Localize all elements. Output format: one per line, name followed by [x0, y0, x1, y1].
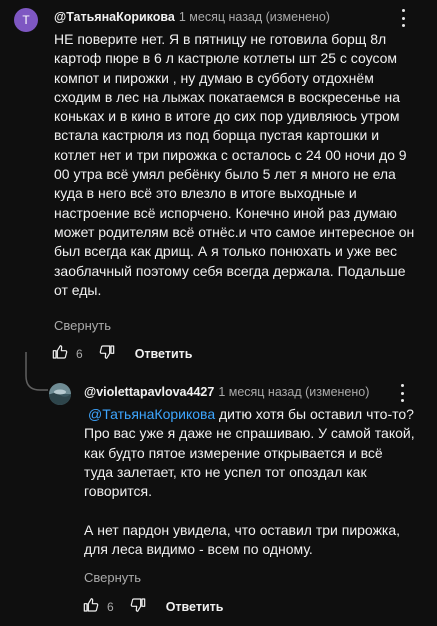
thumb-up-icon[interactable]: [52, 344, 68, 365]
comment-actions: 6 Ответить: [52, 344, 192, 364]
thumb-down-icon[interactable]: [130, 597, 146, 618]
comment-header: @ТатьянаКорикова 1 месяц назад (изменено): [54, 10, 330, 24]
reply-actions: 6 Ответить: [83, 597, 223, 617]
reply-text-block: @ТатьянаКорикова дитю хотя бы оставил чт…: [84, 405, 429, 559]
avatar[interactable]: T: [14, 8, 38, 32]
like-count: 6: [107, 600, 114, 614]
reply-timestamp[interactable]: 1 месяц назад (изменено): [218, 385, 369, 399]
reply-header: @violettapavlova4427 1 месяц назад (измен…: [84, 385, 369, 399]
comment-text: НЕ поверите нет. Я в пятницу не готовила…: [54, 31, 415, 298]
like-count: 6: [76, 347, 83, 361]
thumb-up-icon[interactable]: [83, 597, 99, 618]
collapse-button[interactable]: Свернуть: [84, 570, 141, 585]
reply-avatar[interactable]: [49, 383, 71, 405]
mention-link[interactable]: @ТатьянаКорикова: [88, 406, 215, 422]
reply-text: дитю хотя бы оставил что-то? Про вас уже…: [84, 406, 415, 558]
reply-arrow-icon: [25, 352, 48, 391]
more-vert-icon[interactable]: [397, 384, 407, 402]
collapse-button[interactable]: Свернуть: [54, 318, 111, 333]
reply-button[interactable]: Ответить: [166, 600, 224, 614]
reply-author[interactable]: @violettapavlova4427: [84, 385, 214, 399]
comment-timestamp[interactable]: 1 месяц назад (изменено): [179, 10, 330, 24]
reply-button[interactable]: Ответить: [135, 347, 193, 361]
thumb-down-icon[interactable]: [99, 344, 115, 365]
comment-author[interactable]: @ТатьянаКорикова: [54, 10, 175, 24]
more-vert-icon[interactable]: [398, 9, 408, 27]
